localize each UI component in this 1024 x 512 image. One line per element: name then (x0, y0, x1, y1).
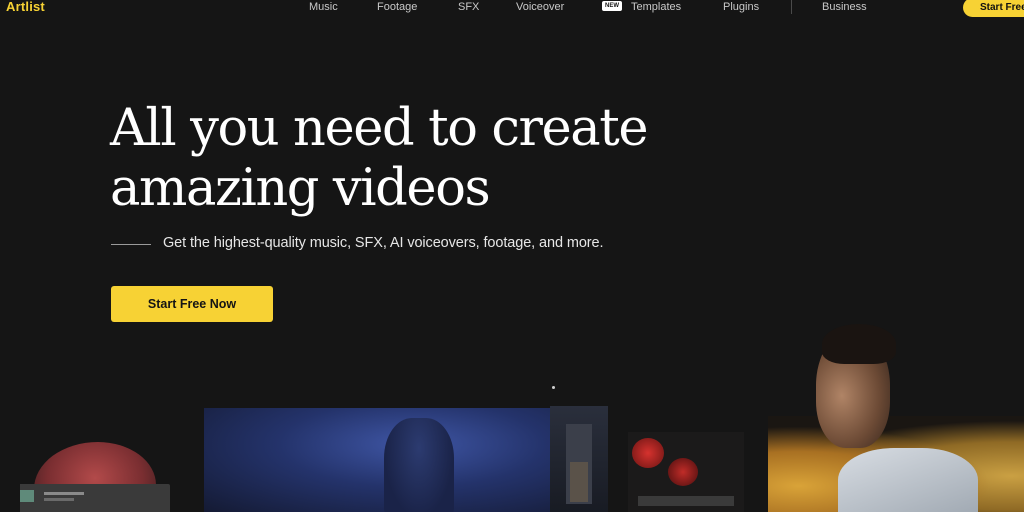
person-hair (822, 324, 896, 364)
silhouette-figure (384, 418, 454, 512)
nav-sfx[interactable]: SFX (458, 0, 479, 14)
hero-headline: All you need to create amazing videos (110, 99, 710, 219)
top-nav: Artlist Music Footage SFX Voiceover NEW … (0, 0, 1024, 17)
nav-plugins[interactable]: Plugins (723, 0, 759, 14)
hero-subtitle: Get the highest-quality music, SFX, AI v… (163, 235, 604, 251)
person-portrait-tile (768, 318, 1024, 512)
media-card (20, 484, 170, 512)
start-free-button[interactable]: Start Free (963, 0, 1024, 17)
artlist-logo[interactable]: Artlist (6, 0, 45, 14)
card-thumbnail (20, 490, 34, 502)
person-shirt (838, 448, 978, 512)
blue-video-tile (204, 408, 551, 512)
decorative-dot (552, 386, 555, 389)
red-flower-2 (668, 458, 698, 486)
nav-footage[interactable]: Footage (377, 0, 417, 14)
nav-divider (791, 0, 792, 14)
card-text-placeholder-2 (44, 498, 74, 501)
device-media-tile (550, 406, 608, 512)
nav-business[interactable]: Business (822, 0, 867, 14)
device-screen-detail (570, 462, 588, 502)
new-badge: NEW (602, 1, 622, 11)
headline-line-1: All you need to create (110, 99, 649, 158)
brain-media-tile (20, 420, 170, 512)
start-free-now-button[interactable]: Start Free Now (111, 286, 273, 322)
artlist-homepage: Artlist Music Footage SFX Voiceover NEW … (0, 0, 1024, 512)
card-text-placeholder (44, 492, 84, 495)
red-flower (632, 438, 664, 468)
headline-line-2: amazing videos (110, 159, 491, 218)
subtitle-divider (111, 244, 151, 245)
tile-caption-bar (638, 496, 734, 506)
nav-music[interactable]: Music (309, 0, 338, 14)
nav-templates[interactable]: Templates (631, 0, 681, 14)
nav-voiceover[interactable]: Voiceover (516, 0, 564, 14)
red-flowers-tile (628, 432, 744, 512)
